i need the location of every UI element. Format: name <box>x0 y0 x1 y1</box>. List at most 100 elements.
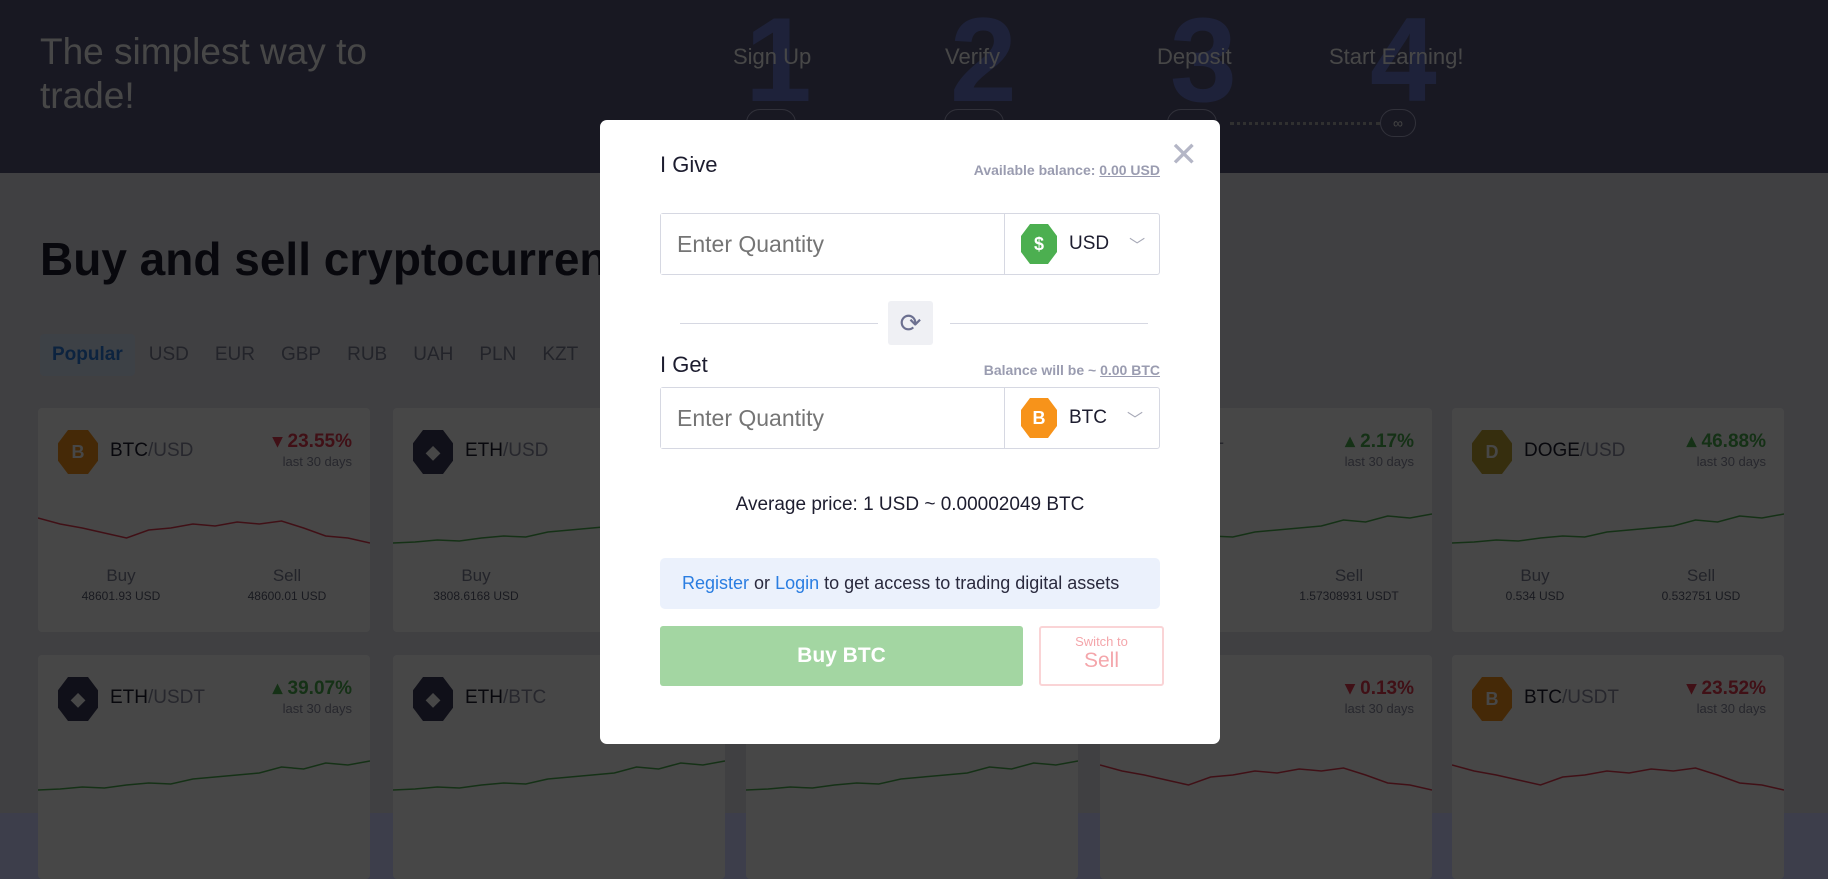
coin-icon: ◆ <box>413 677 453 721</box>
coin-icon: ◆ <box>413 430 453 474</box>
sell-label: Sell <box>1334 566 1364 585</box>
give-label: I Give <box>660 152 718 177</box>
sell-label: Sell <box>272 566 302 585</box>
step-deposit: Deposit <box>1157 44 1232 69</box>
market-card[interactable]: D DOGE/USD ▴ 46.88% last 30 days Buy 0.53… <box>1452 408 1784 632</box>
pair-name: ETH/BTC <box>465 687 546 709</box>
coin-icon: B <box>58 430 98 474</box>
average-price: Average price: 1 USD ~ 0.00002049 BTC <box>735 494 1085 515</box>
sparkline-line <box>393 760 725 791</box>
pair-base: ETH <box>110 687 148 708</box>
get-currency: BTC <box>1069 407 1107 428</box>
buy-btc-button[interactable]: Buy BTC <box>660 626 1023 686</box>
swap-icon[interactable]: ⟳ <box>888 301 933 345</box>
change-period: last 30 days <box>1344 454 1414 469</box>
change-percent: ▾ 0.13% <box>1345 677 1414 700</box>
pair-name: ETH/USDT <box>110 687 205 709</box>
pair-quote: /BTC <box>503 687 547 708</box>
pair-base: ETH <box>465 687 503 708</box>
sparkline <box>746 760 1078 791</box>
sparkline <box>393 760 725 791</box>
currency-tabs: Popular USD EUR GBP RUB UAH PLN KZT <box>40 334 590 376</box>
change-percent: ▾ 23.52% <box>1687 677 1766 700</box>
sparkline-line <box>1100 764 1432 791</box>
page-title: Buy and sell cryptocurrencies <box>40 233 698 285</box>
sell-price <box>912 813 1078 816</box>
switch-to-label: Switch to <box>1075 634 1128 649</box>
or-text: or <box>754 573 771 593</box>
sparkline <box>38 760 370 791</box>
step-start-earning: Start Earning! <box>1329 44 1464 69</box>
sell-label: Sell <box>1686 566 1716 585</box>
change-period: last 30 days <box>282 701 352 716</box>
divider <box>680 323 878 324</box>
balance-will-be-label: Balance will be ~ <box>983 362 1097 378</box>
register-link[interactable]: Register <box>682 573 749 593</box>
sparkline-line <box>38 760 370 791</box>
up-arrow-icon: ▴ <box>272 678 288 699</box>
buy-price: Buy 3808.6168 USD <box>393 566 559 603</box>
change-value: 39.07% <box>287 678 352 699</box>
available-balance-value[interactable]: 0.00 USD <box>1099 162 1160 178</box>
balance-will-be: Balance will be ~ 0.00 BTC <box>984 362 1160 378</box>
pair-name: DOGE/USD <box>1524 440 1625 462</box>
down-arrow-icon: ▾ <box>1345 678 1361 699</box>
close-icon[interactable]: ✕ <box>1170 138 1199 172</box>
buy-value: 48601.93 USD <box>81 589 161 603</box>
available-balance: Available balance: 0.00 USD <box>974 162 1160 178</box>
sparkline-line <box>38 517 370 544</box>
buy-price <box>38 813 204 816</box>
sell-price: Sell 0.532751 USD <box>1618 566 1784 603</box>
market-card[interactable]: ◆ ETH/USDT ▴ 39.07% last 30 days <box>38 655 370 879</box>
market-card[interactable]: B BTC/USD ▾ 23.55% last 30 days Buy 48601… <box>38 408 370 632</box>
step-sign-up: Sign Up <box>733 44 812 69</box>
buy-label: Buy <box>461 566 491 585</box>
market-card[interactable]: B BTC/USDT ▾ 23.52% last 30 days <box>1452 655 1784 879</box>
sparkline <box>38 517 370 544</box>
divider <box>950 323 1148 324</box>
down-arrow-icon: ▾ <box>1686 678 1702 699</box>
buy-price <box>746 813 912 816</box>
give-quantity-input[interactable] <box>661 214 1004 274</box>
tab-rub[interactable]: RUB <box>335 334 399 376</box>
sell-label: Sell <box>1083 649 1120 672</box>
sell-price <box>1618 813 1784 816</box>
sparkline-line <box>746 760 1078 791</box>
get-currency-select[interactable]: B BTC ﹀ <box>1004 388 1159 448</box>
buy-price <box>1100 813 1266 816</box>
change-value: 0.13% <box>1360 678 1414 699</box>
sparkline-line <box>1452 513 1784 544</box>
sell-price <box>559 813 725 816</box>
pair-quote: /USDT <box>1562 687 1619 708</box>
login-notice: Register or Login to get access to tradi… <box>660 558 1160 609</box>
switch-to-sell-button[interactable]: Switch to Sell <box>1039 626 1164 686</box>
give-currency-select[interactable]: $ USD ﹀ <box>1004 214 1159 274</box>
tab-popular[interactable]: Popular <box>40 334 135 376</box>
coin-icon: ◆ <box>58 677 98 721</box>
change-percent: ▴ 46.88% <box>1687 430 1766 453</box>
sell-value: 0.532751 USD <box>1661 589 1741 603</box>
change-period: last 30 days <box>1344 701 1414 716</box>
sparkline <box>1452 513 1784 544</box>
step-verify: Verify <box>945 44 1001 69</box>
sparkline-line <box>1452 764 1784 791</box>
balance-will-be-value[interactable]: 0.00 BTC <box>1100 362 1160 378</box>
give-field: $ USD ﹀ <box>660 213 1160 275</box>
get-field: B BTC ﹀ <box>660 387 1160 449</box>
login-link[interactable]: Login <box>775 573 819 593</box>
tab-eur[interactable]: EUR <box>203 334 267 376</box>
tab-usd[interactable]: USD <box>137 334 201 376</box>
buy-value: 3808.6168 USD <box>433 589 519 603</box>
tab-gbp[interactable]: GBP <box>269 334 333 376</box>
chevron-down-icon: ﹀ <box>1127 412 1144 429</box>
give-currency: USD <box>1069 233 1110 254</box>
get-quantity-input[interactable] <box>661 388 1004 448</box>
tab-pln[interactable]: PLN <box>467 334 528 376</box>
tab-uah[interactable]: UAH <box>401 334 465 376</box>
sell-price <box>204 813 370 816</box>
pair-quote: /USDT <box>148 687 205 708</box>
sparkline <box>1100 764 1432 791</box>
tab-kzt[interactable]: KZT <box>530 334 590 376</box>
pair-base: BTC <box>1524 687 1562 708</box>
down-arrow-icon: ▾ <box>272 431 288 452</box>
